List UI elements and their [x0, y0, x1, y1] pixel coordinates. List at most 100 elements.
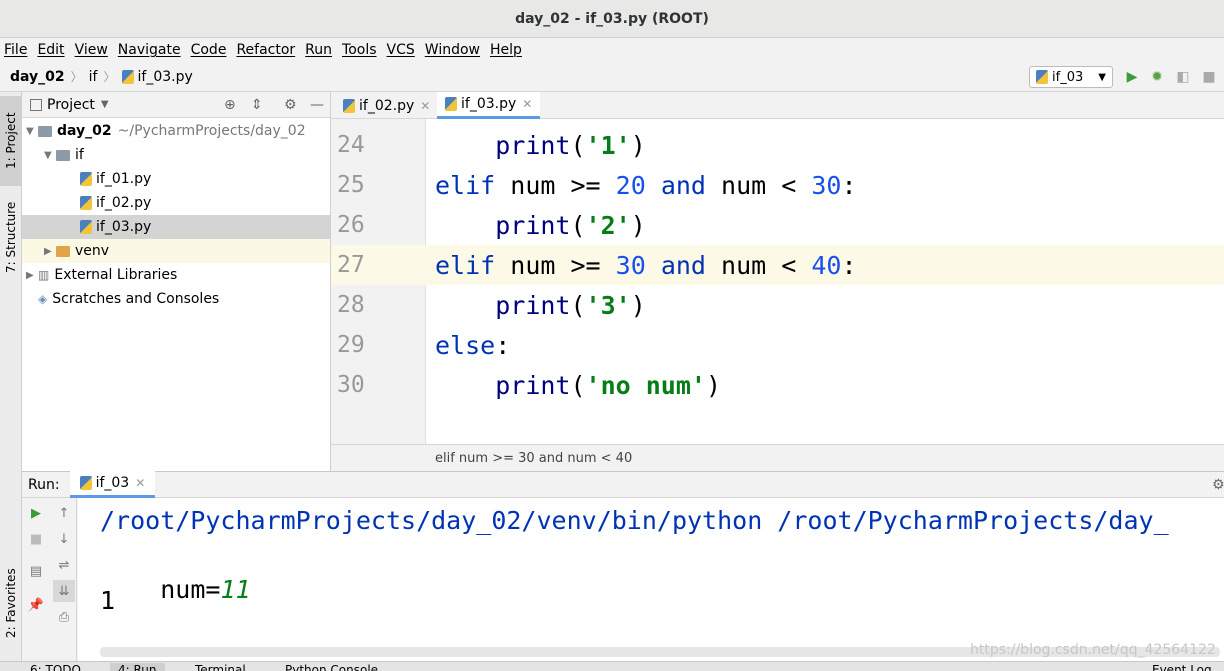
soft-wrap-icon[interactable]: ⇌: [53, 554, 75, 576]
side-tab-project-label: 1: Project: [4, 112, 18, 170]
menu-edit[interactable]: Edit: [37, 42, 64, 58]
breadcrumb-separator-icon: 〉: [103, 70, 116, 84]
code-text: print('no num'): [435, 371, 721, 400]
python-file-icon: [80, 172, 92, 186]
debug-icon[interactable]: ✹: [1148, 68, 1166, 86]
code-token: ): [705, 370, 722, 400]
coverage-icon[interactable]: ◧: [1174, 68, 1192, 86]
chevron-down-icon[interactable]: ▼: [101, 99, 109, 110]
python-file-icon: [79, 476, 92, 490]
print-icon[interactable]: ⎙: [53, 606, 75, 628]
tree-item-scratches[interactable]: ◈ Scratches and Consoles: [22, 287, 330, 311]
console-line-command: /root/PycharmProjects/day_02/venv/bin/py…: [100, 506, 1169, 535]
bottom-tab-event-log[interactable]: Event Log: [1152, 663, 1212, 671]
hide-icon[interactable]: —: [310, 97, 324, 113]
side-tab-favorites[interactable]: 2: Favorites: [0, 558, 22, 648]
menu-refactor[interactable]: Refactor: [236, 42, 295, 58]
run-config-name: if_03: [1052, 69, 1084, 85]
code-line[interactable]: 30 print('no num'): [331, 365, 1224, 405]
menu-file[interactable]: File: [4, 42, 27, 58]
layout-icon[interactable]: ▤: [25, 560, 47, 582]
bottom-tab-run[interactable]: 4: Run: [110, 663, 165, 671]
tree-item-root[interactable]: ▼ day_02 ~/PycharmProjects/day_02: [22, 119, 330, 143]
code-editor[interactable]: 24 print('1') 25 elif num >= 20 and num < …: [331, 119, 1224, 444]
tree-item-if-03[interactable]: if_03.py: [22, 215, 330, 239]
breadcrumb-project[interactable]: day_02: [10, 69, 65, 85]
menu-tools[interactable]: Tools: [342, 42, 377, 58]
editor-breadcrumb-text[interactable]: elif num >= 30 and num < 40: [435, 451, 632, 466]
tab-if-03[interactable]: if_03.py ✕: [437, 92, 541, 119]
locate-icon[interactable]: ⊕: [224, 97, 236, 113]
code-line[interactable]: 29 else:: [331, 325, 1224, 365]
pin-icon[interactable]: 📌: [25, 594, 47, 616]
code-token: '1': [585, 130, 631, 160]
code-line[interactable]: 27 elif num >= 30 and num < 40:: [331, 245, 1224, 285]
menu-view[interactable]: View: [75, 42, 108, 58]
python-file-icon: [80, 196, 92, 210]
bottom-tab-python-console[interactable]: Python Console: [285, 663, 378, 671]
code-token: (: [570, 290, 586, 320]
arrow-down-icon[interactable]: ↓: [53, 528, 75, 550]
tree-item-if[interactable]: ▼ if: [22, 143, 330, 167]
code-token: 'no num': [585, 370, 706, 400]
stop-icon[interactable]: ■: [1200, 68, 1218, 86]
gear-icon[interactable]: ⚙: [1212, 477, 1224, 493]
menu-run[interactable]: Run: [305, 42, 332, 58]
close-icon[interactable]: ✕: [135, 476, 145, 490]
code-token: '2': [585, 210, 631, 240]
expand-arrow-icon[interactable]: ▶: [26, 270, 38, 281]
code-line[interactable]: 24 print('1'): [331, 125, 1224, 165]
tab-if-02[interactable]: if_02.py ✕: [335, 92, 438, 119]
line-number: 29: [337, 332, 365, 358]
menu-window[interactable]: Window: [425, 42, 480, 58]
bottom-tab-todo[interactable]: 6: TODO: [30, 663, 81, 671]
tree-item-venv[interactable]: ▶ venv: [22, 239, 330, 263]
menu-navigate[interactable]: Navigate: [118, 42, 181, 58]
left-tool-strip: 1: Project 7: Structure 2: Favorites: [0, 92, 22, 661]
code-token: :: [841, 250, 857, 280]
side-tab-project[interactable]: 1: Project: [0, 96, 22, 186]
code-line[interactable]: 25 elif num >= 20 and num < 30:: [331, 165, 1224, 205]
folder-icon: [56, 245, 70, 257]
scroll-to-end-icon[interactable]: ⇊: [53, 580, 75, 602]
run-icon[interactable]: ▶: [1123, 68, 1141, 86]
code-token: :: [841, 170, 857, 200]
tree-item-if-02[interactable]: if_02.py: [22, 191, 330, 215]
run-tab-if-03[interactable]: if_03 ✕: [69, 471, 156, 498]
side-tab-structure-label: 7: Structure: [4, 201, 18, 273]
tree-item-if-01[interactable]: if_01.py: [22, 167, 330, 191]
expand-arrow-icon[interactable]: ▶: [44, 246, 56, 257]
menu-help[interactable]: Help: [490, 42, 522, 58]
code-token: num >=: [495, 170, 616, 200]
expand-arrow-icon[interactable]: ▼: [26, 126, 38, 137]
code-token: 20: [615, 170, 646, 200]
project-panel-title[interactable]: Project: [47, 97, 95, 113]
tree-item-external-libraries[interactable]: ▶ ▥ External Libraries: [22, 263, 330, 287]
gear-icon[interactable]: ⚙: [284, 97, 297, 113]
breadcrumb-file[interactable]: if_03.py: [138, 69, 193, 85]
python-file-icon: [80, 220, 92, 234]
window-title: day_02 - if_03.py (ROOT): [515, 10, 709, 27]
line-number: 30: [337, 372, 365, 398]
stop-icon[interactable]: ■: [25, 528, 47, 550]
expand-arrow-icon[interactable]: ▼: [44, 150, 56, 161]
menu-vcs[interactable]: VCS: [387, 42, 415, 58]
code-line[interactable]: 28 print('3'): [331, 285, 1224, 325]
collapse-all-icon[interactable]: ⇕: [251, 97, 263, 113]
code-token: ): [630, 130, 646, 160]
rerun-icon[interactable]: ▶: [25, 502, 47, 524]
side-tab-structure[interactable]: 7: Structure: [0, 192, 22, 282]
run-configuration-select[interactable]: if_03 ▼: [1029, 66, 1113, 88]
line-number: 26: [337, 212, 365, 238]
close-icon[interactable]: ✕: [522, 97, 532, 111]
scratches-icon: ◈: [38, 292, 48, 306]
code-line[interactable]: 26 print('2'): [331, 205, 1224, 245]
arrow-up-icon[interactable]: ↑: [53, 502, 75, 524]
folder-icon: [56, 149, 70, 161]
code-token: else: [435, 330, 496, 360]
bottom-tab-terminal[interactable]: Terminal: [195, 663, 246, 671]
close-icon[interactable]: ✕: [420, 99, 430, 113]
run-console[interactable]: /root/PycharmProjects/day_02/venv/bin/py…: [78, 498, 1224, 661]
breadcrumb-folder[interactable]: if: [89, 69, 98, 85]
menu-code[interactable]: Code: [191, 42, 227, 58]
